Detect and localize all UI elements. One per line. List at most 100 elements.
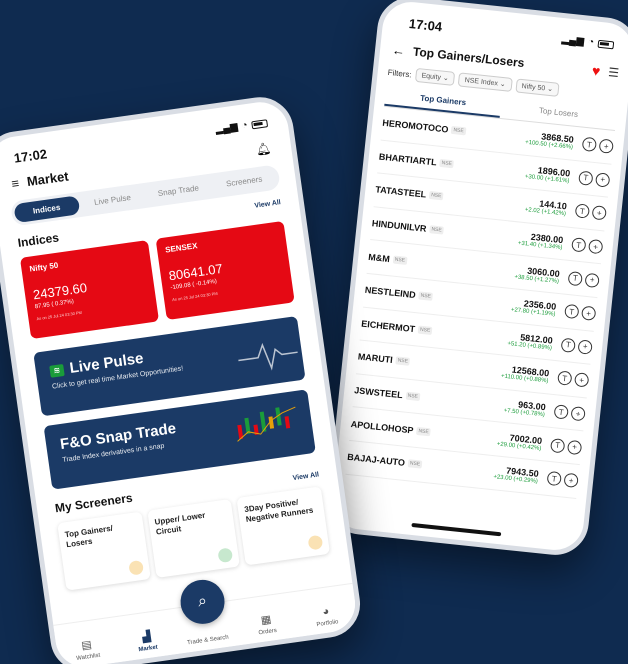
add-to-watchlist-button[interactable]: + bbox=[573, 372, 590, 389]
screener-label: 3Day Positive/ Negative Runners bbox=[243, 497, 314, 524]
exchange-tag: NSE bbox=[418, 291, 434, 302]
page-title: Market bbox=[25, 168, 70, 190]
screeners-view-all-link[interactable]: View All bbox=[292, 471, 319, 482]
orders-icon: ▦ bbox=[260, 613, 273, 627]
exchange-tag: NSE bbox=[405, 391, 421, 402]
market-title-wrap: ≡ Market bbox=[10, 168, 69, 191]
nav-label: Orders bbox=[258, 627, 278, 637]
stock-values: 144.10 +2.02 (+1.42%) bbox=[524, 198, 567, 218]
filter-sliders-icon[interactable]: ☰ bbox=[608, 65, 620, 80]
stock-symbol: NESTLEIND NSE bbox=[364, 285, 434, 302]
nav-label: Trade & Search bbox=[186, 634, 230, 647]
index-card-sensex[interactable]: SENSEX 80641.07 -109.08 ( -0.14%) As on … bbox=[155, 220, 295, 321]
exchange-tag: NSE bbox=[428, 191, 444, 201]
add-to-watchlist-button[interactable]: + bbox=[580, 305, 597, 322]
exchange-tag: NSE bbox=[407, 459, 423, 469]
exchange-tag: NSE bbox=[392, 255, 408, 265]
home-indicator bbox=[411, 522, 502, 537]
battery-icon bbox=[251, 118, 269, 129]
menu-icon[interactable]: ≡ bbox=[10, 175, 20, 191]
wifi-icon: ◔ bbox=[240, 119, 249, 132]
exchange-tag: NSE bbox=[416, 426, 432, 437]
stock-values: 2356.00 +27.80 (+1.19%) bbox=[511, 297, 557, 318]
add-to-watchlist-button[interactable]: + bbox=[598, 138, 614, 155]
stock-symbol: TATASTEEL NSE bbox=[375, 185, 444, 202]
search-icon: ⌕ bbox=[196, 592, 209, 611]
bell-icon[interactable]: 🔔︎ bbox=[255, 140, 272, 156]
filter-chip-index-type[interactable]: NSE Index ⌄ bbox=[457, 72, 513, 92]
stock-values: 3060.00 +38.50 (+1.27%) bbox=[514, 264, 560, 284]
stock-symbol: HEROMOTOCO NSE bbox=[382, 118, 467, 137]
tab-screeners[interactable]: Screeners bbox=[211, 168, 278, 196]
stock-values: 963.00 +7.50 (+0.78%) bbox=[503, 398, 546, 418]
trade-button[interactable]: T bbox=[546, 471, 562, 487]
add-to-watchlist-button[interactable]: + bbox=[563, 472, 579, 489]
screener-card-3day-runners[interactable]: 3Day Positive/ Negative Runners bbox=[236, 486, 331, 566]
screener-card-top-gainers-losers[interactable]: Top Gainers/ Losers bbox=[57, 511, 151, 591]
screener-decoration-icon bbox=[217, 547, 234, 564]
phone-top-gainers-losers: 17:04 ▂▄▆ ◔ ← Top Gainers/Losers ♥ ☰ Fil… bbox=[324, 0, 628, 559]
trade-button[interactable]: T bbox=[574, 203, 590, 220]
indices-title: Indices bbox=[16, 230, 60, 251]
indices-view-all-link[interactable]: View All bbox=[254, 199, 282, 217]
trade-button[interactable]: T bbox=[564, 304, 580, 320]
add-to-watchlist-button[interactable]: + bbox=[595, 172, 611, 188]
trade-button[interactable]: T bbox=[550, 437, 566, 454]
screener-decoration-icon bbox=[307, 534, 324, 551]
add-to-watchlist-button[interactable]: + bbox=[584, 272, 600, 288]
trade-button[interactable]: T bbox=[560, 337, 576, 353]
add-to-watchlist-button[interactable]: + bbox=[577, 339, 593, 355]
heart-icon[interactable]: ♥ bbox=[591, 62, 601, 79]
stock-symbol: HINDUNILVR NSE bbox=[371, 218, 445, 235]
exchange-tag: NSE bbox=[439, 158, 455, 169]
signal-icon: ▂▄▆ bbox=[214, 121, 239, 136]
nav-market[interactable]: ▟ Market bbox=[124, 627, 171, 655]
add-to-watchlist-button[interactable]: + bbox=[570, 406, 586, 422]
stock-values: 3868.50 +100.50 (+2.66%) bbox=[525, 130, 574, 151]
status-time: 17:04 bbox=[408, 15, 443, 35]
exchange-tag: NSE bbox=[429, 225, 445, 235]
nav-label: Watchlist bbox=[75, 652, 101, 662]
filter-chip-index[interactable]: Nifty 50 ⌄ bbox=[514, 78, 560, 97]
stock-list: HEROMOTOCO NSE 3868.50 +100.50 (+2.66%) T + BH… bbox=[336, 106, 625, 500]
exchange-tag: NSE bbox=[395, 356, 411, 367]
stock-values: 1896.00 +30.00 (+1.61%) bbox=[525, 164, 571, 184]
trade-button[interactable]: T bbox=[581, 136, 598, 153]
tab-indices[interactable]: Indices bbox=[13, 195, 80, 224]
trade-button[interactable]: T bbox=[571, 237, 587, 253]
market-chart-icon: ▟ bbox=[141, 630, 152, 644]
add-to-watchlist-button[interactable]: + bbox=[587, 239, 604, 255]
portfolio-pie-icon: ◕ bbox=[321, 605, 331, 619]
trade-button[interactable]: T bbox=[553, 404, 569, 420]
exchange-tag: NSE bbox=[417, 325, 433, 335]
add-to-watchlist-button[interactable]: + bbox=[591, 205, 607, 221]
status-icons: ▂▄▆ ◔ bbox=[215, 117, 269, 135]
stock-values: 2380.00 +31.40 (+1.34%) bbox=[518, 231, 564, 251]
index-name: SENSEX bbox=[164, 241, 199, 255]
tab-live-pulse[interactable]: Live Pulse bbox=[79, 186, 146, 214]
index-name: Nifty 50 bbox=[28, 260, 59, 274]
add-to-watchlist-button[interactable]: + bbox=[566, 439, 583, 455]
status-icons: ▂▄▆ ◔ bbox=[561, 34, 615, 50]
index-card-nifty50[interactable]: Nifty 50 24379.60 87.95 ( 0.37%) As on 2… bbox=[19, 239, 160, 340]
nav-portfolio[interactable]: ◕ Portfolio bbox=[303, 603, 349, 630]
trade-button[interactable]: T bbox=[578, 170, 594, 186]
screener-card-upper-lower-circuit[interactable]: Upper/ Lower Circuit bbox=[146, 498, 241, 579]
tab-snap-trade[interactable]: Snap Trade bbox=[145, 177, 212, 205]
back-arrow-icon[interactable]: ← bbox=[391, 42, 405, 58]
wifi-icon: ◔ bbox=[587, 36, 595, 49]
filter-chip-segment[interactable]: Equity ⌄ bbox=[414, 67, 456, 86]
screener-decoration-icon bbox=[127, 559, 144, 576]
stock-values: 5812.00 +51.20 (+0.89%) bbox=[507, 331, 553, 351]
nav-orders[interactable]: ▦ Orders bbox=[243, 610, 290, 638]
nav-watchlist[interactable]: ▤ Watchlist bbox=[64, 635, 111, 663]
filters-label: Filters: bbox=[387, 67, 413, 79]
stock-values: 7002.00 +29.00 (+0.42%) bbox=[496, 431, 542, 451]
screener-label: Upper/ Lower Circuit bbox=[154, 510, 206, 537]
watchlist-icon: ▤ bbox=[80, 638, 93, 653]
trade-button[interactable]: T bbox=[557, 370, 573, 387]
nav-trade-search[interactable]: . Trade & Search bbox=[184, 620, 230, 647]
trade-button[interactable]: T bbox=[567, 270, 583, 287]
candlestick-chart-icon bbox=[237, 406, 296, 442]
stock-symbol: MARUTI NSE bbox=[357, 352, 411, 367]
